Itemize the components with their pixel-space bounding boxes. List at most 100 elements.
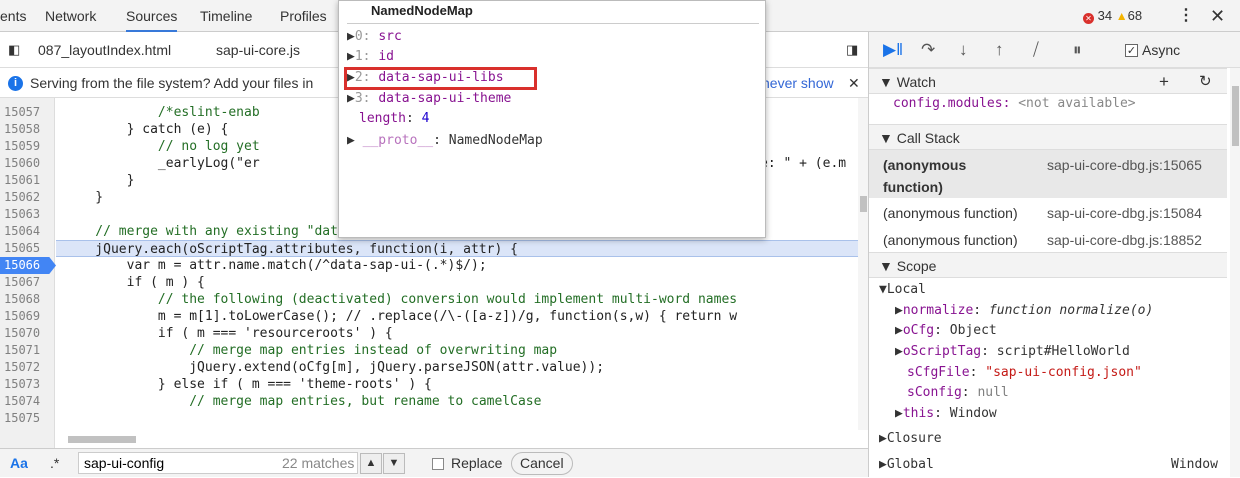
toggle-navigator-icon[interactable]: ◧: [8, 32, 20, 68]
code-line[interactable]: var m = attr.name.match(/^data-sap-ui-(.…: [64, 257, 487, 274]
resume-icon[interactable]: ▶‖: [883, 32, 903, 68]
expand-arrow-icon[interactable]: ▶: [347, 49, 355, 64]
step-out-icon[interactable]: ↑: [995, 32, 1004, 68]
editor-hscroll-thumb[interactable]: [68, 436, 136, 443]
popover-item[interactable]: ▶1: id: [347, 47, 394, 67]
code-line[interactable]: // merge map entries instead of overwrit…: [64, 342, 557, 359]
close-icon[interactable]: ✕: [1210, 0, 1225, 32]
line-number[interactable]: 15061: [4, 172, 40, 189]
watch-section-header[interactable]: ▼ Watch + ↻: [869, 68, 1227, 94]
line-number[interactable]: 15059: [4, 138, 40, 155]
step-over-icon[interactable]: ↷: [921, 32, 935, 68]
line-number[interactable]: 15067: [4, 274, 40, 291]
code-line[interactable]: /*eslint-enab: [64, 104, 260, 121]
tab-elements[interactable]: ents: [0, 0, 26, 32]
line-number[interactable]: 15070: [4, 325, 40, 342]
code-line[interactable]: }: [64, 172, 135, 189]
line-gutter[interactable]: 15057 15058 15059 15060 15061 15062 15063 15064…: [0, 98, 56, 448]
refresh-icon[interactable]: ↻: [1199, 69, 1212, 95]
add-watch-icon[interactable]: +: [1159, 69, 1169, 95]
file-tab-layoutindex[interactable]: 087_layoutIndex.html: [38, 32, 171, 68]
scope-local[interactable]: ▼Local: [879, 282, 926, 297]
editor-horizontal-scrollbar[interactable]: [56, 432, 856, 446]
line-number[interactable]: 15074: [4, 393, 40, 410]
call-stack-section-header[interactable]: ▼ Call Stack: [869, 124, 1227, 150]
code-line[interactable]: jQuery.each(oScriptTag.attributes, funct…: [56, 240, 858, 257]
scope-var[interactable]: ▶this: Window: [895, 406, 997, 421]
line-number[interactable]: 15063: [4, 206, 40, 223]
error-warning-counter[interactable]: ✕ 34 ▲68: [1083, 0, 1142, 32]
code-line-fragment[interactable]: e: " + (e.m: [760, 155, 846, 172]
tab-network[interactable]: Network: [45, 0, 96, 32]
popover-item[interactable]: ▶3: data-sap-ui-theme: [347, 89, 511, 109]
line-number[interactable]: 15064: [4, 223, 40, 240]
call-frame[interactable]: (anonymous function) sap-ui-core-dbg.js:…: [869, 150, 1227, 198]
scope-var[interactable]: ▶oCfg: Object: [895, 323, 997, 338]
replace-checkbox[interactable]: [432, 458, 444, 470]
line-number[interactable]: 15060: [4, 155, 40, 172]
tab-profiles[interactable]: Profiles: [280, 0, 327, 32]
infobar-text: Serving from the file system? Add your f…: [30, 75, 314, 91]
line-number[interactable]: 15075: [4, 410, 40, 427]
file-tab-sap-ui-core[interactable]: sap-ui-core.js: [216, 32, 300, 68]
line-number[interactable]: 15057: [4, 104, 40, 121]
code-line[interactable]: jQuery.extend(oCfg[m], jQuery.parseJSON(…: [64, 359, 604, 376]
next-match-button[interactable]: ▼: [383, 453, 405, 474]
code-line[interactable]: }: [64, 189, 103, 206]
scope-closure[interactable]: ▶Closure: [879, 431, 942, 446]
never-show-link[interactable]: never show: [762, 68, 834, 98]
expand-arrow-icon[interactable]: ▶: [347, 29, 355, 44]
code-line[interactable]: if ( m === 'resourceroots' ) {: [64, 325, 393, 342]
code-line[interactable]: // no log yet: [64, 138, 260, 155]
call-frame[interactable]: (anonymous function) sap-ui-core-dbg.js:…: [869, 200, 1227, 226]
scope-var[interactable]: sCfgFile: "sap-ui-config.json": [907, 365, 1142, 380]
expand-arrow-icon[interactable]: ▶: [347, 91, 355, 106]
popover-item[interactable]: ▶0: src: [347, 27, 402, 47]
toggle-debugger-icon[interactable]: ◨: [846, 32, 858, 68]
scope-var[interactable]: sConfig: null: [907, 385, 1009, 400]
regex-toggle[interactable]: .*: [50, 449, 59, 478]
code-line[interactable]: } catch (e) {: [64, 121, 229, 138]
scope-section-header[interactable]: ▼ Scope: [869, 252, 1227, 278]
code-line[interactable]: m = m[1].toLowerCase(); // .replace(/\-(…: [64, 308, 737, 325]
cancel-button[interactable]: Cancel: [511, 452, 573, 475]
previous-match-button[interactable]: ▲: [360, 453, 382, 474]
step-into-icon[interactable]: ↓: [959, 32, 968, 68]
tab-timeline[interactable]: Timeline: [200, 0, 252, 32]
error-count: 34: [1097, 8, 1113, 23]
deactivate-breakpoints-icon[interactable]: ⧸: [1033, 32, 1039, 68]
line-number[interactable]: 15073: [4, 376, 40, 393]
replace-label: Replace: [451, 455, 503, 471]
warning-icon: ▲: [1115, 9, 1128, 23]
scope-var[interactable]: ▶normalize: function normalize(o): [895, 303, 1153, 318]
code-line[interactable]: _earlyLog("er: [64, 155, 260, 172]
editor-scroll-thumb[interactable]: [860, 196, 867, 212]
code-line[interactable]: // merge map entries, but rename to came…: [64, 393, 541, 410]
expand-arrow-icon[interactable]: ▶: [347, 133, 355, 148]
line-number[interactable]: 15071: [4, 342, 40, 359]
infobar-close-icon[interactable]: ✕: [848, 68, 860, 98]
line-number[interactable]: 15068: [4, 291, 40, 308]
popover-proto[interactable]: ▶ __proto__: NamedNodeMap: [347, 131, 543, 151]
code-line[interactable]: if ( m ) {: [64, 274, 205, 291]
watch-expression[interactable]: config.modules: <not available>: [893, 96, 1136, 111]
line-number[interactable]: 15069: [4, 308, 40, 325]
scope-global[interactable]: ▶Global: [879, 457, 934, 472]
match-case-toggle[interactable]: Aa: [10, 449, 28, 478]
line-number[interactable]: 15058: [4, 121, 40, 138]
tab-sources[interactable]: Sources: [126, 0, 178, 32]
pause-on-exceptions-icon[interactable]: ⏸: [1073, 32, 1082, 68]
call-frame[interactable]: (anonymous function) sap-ui-core-dbg.js:…: [869, 227, 1227, 253]
code-line[interactable]: // the following (deactivated) conversio…: [64, 291, 737, 308]
breakpoint-line-number[interactable]: 15066: [0, 257, 56, 274]
scope-var[interactable]: ▶oScriptTag: script#HelloWorld: [895, 344, 1130, 359]
code-line[interactable]: } else if ( m === 'theme-roots' ) {: [64, 376, 432, 393]
line-number[interactable]: 15072: [4, 359, 40, 376]
sidebar-scroll-thumb[interactable]: [1232, 86, 1239, 146]
editor-vertical-scrollbar[interactable]: [858, 98, 868, 430]
async-checkbox[interactable]: ✓: [1125, 44, 1138, 57]
line-number[interactable]: 15062: [4, 189, 40, 206]
more-options-icon[interactable]: ⋮: [1178, 0, 1194, 32]
line-number[interactable]: 15065: [4, 240, 40, 257]
warning-count: 68: [1127, 8, 1143, 23]
